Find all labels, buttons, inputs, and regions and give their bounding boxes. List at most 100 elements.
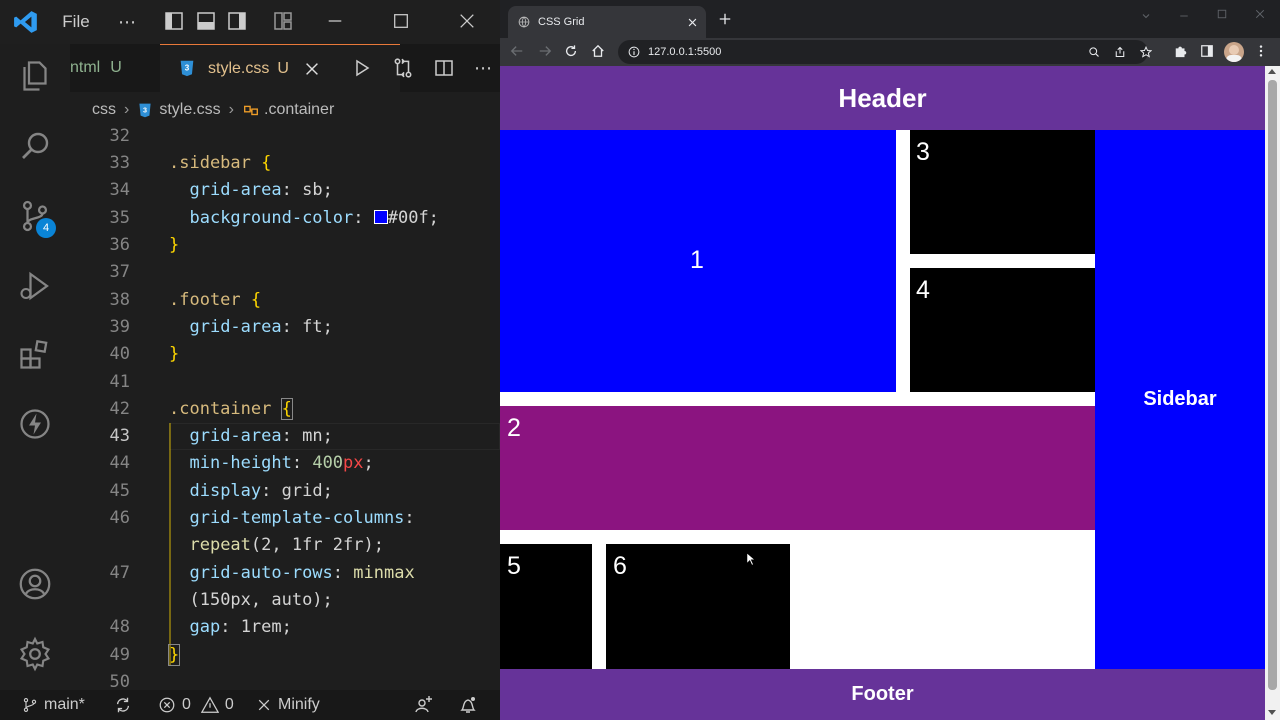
page-scrollbar[interactable]	[1265, 66, 1280, 720]
code-line: 49 }	[70, 642, 500, 669]
line-number: 46	[109, 508, 130, 528]
code-line: 47 grid-auto-rows: minmax	[70, 560, 500, 587]
title-bar: File ⋯	[0, 0, 500, 44]
git-branch-icon	[22, 697, 38, 713]
toggle-panel-icon[interactable]	[195, 10, 217, 32]
code-line: 37	[70, 259, 500, 286]
menu-file[interactable]: File	[56, 0, 96, 44]
toggle-secondary-sidebar-icon[interactable]	[226, 10, 248, 32]
code-value: (2, 1fr 2fr);	[250, 535, 384, 555]
minimize-icon[interactable]	[1178, 10, 1190, 22]
back-icon[interactable]	[510, 44, 524, 58]
code-selector: .sidebar	[169, 153, 251, 173]
tab-close-icon[interactable]	[303, 60, 321, 78]
lightning-icon[interactable]	[0, 396, 70, 452]
minimize-icon[interactable]	[320, 10, 350, 32]
code-line: 32	[70, 126, 500, 150]
globe-icon	[518, 16, 530, 28]
branch-status[interactable]: main*	[22, 690, 85, 720]
code-property: grid-template-columns	[189, 508, 405, 528]
feedback-icon[interactable]	[414, 690, 434, 720]
notifications-bell-icon[interactable]	[458, 690, 478, 720]
browser-menu-icon[interactable]	[1254, 44, 1268, 58]
browser-tab[interactable]: CSS Grid	[508, 6, 706, 38]
code-property: grid-auto-rows	[189, 563, 333, 583]
code-brace: {	[261, 153, 272, 173]
color-swatch-icon[interactable]	[373, 210, 388, 224]
more-menu-icon[interactable]: ⋯	[112, 0, 142, 44]
code-function: minmax	[353, 563, 415, 583]
tab-status: U	[277, 59, 289, 77]
code-selector: .footer	[169, 290, 241, 310]
grid-item-3	[910, 130, 1095, 254]
code-line: 44 min-height: 400px;	[70, 450, 500, 477]
grid-item-4	[910, 268, 1095, 392]
breadcrumb-file[interactable]: style.css	[159, 101, 220, 119]
scroll-down-icon[interactable]	[1268, 710, 1276, 715]
explorer-icon[interactable]	[0, 48, 70, 104]
extensions-icon[interactable]	[0, 326, 70, 382]
breadcrumb-symbol[interactable]: .container	[264, 101, 334, 119]
line-number: 41	[109, 372, 130, 392]
reload-icon[interactable]	[564, 44, 578, 58]
problems-status[interactable]: 0 0	[158, 690, 234, 720]
side-panel-icon[interactable]	[1200, 44, 1214, 58]
code-selector: .container	[169, 399, 272, 419]
code-line: 36 }	[70, 232, 500, 259]
maximize-icon[interactable]	[386, 10, 416, 32]
page-footer: Footer	[500, 669, 1265, 720]
profile-avatar[interactable]	[1224, 42, 1244, 62]
error-count: 0	[182, 696, 191, 713]
settings-gear-icon[interactable]	[0, 626, 70, 682]
compare-changes-icon[interactable]	[392, 57, 414, 79]
sync-icon[interactable]	[114, 690, 132, 720]
close-window-icon[interactable]	[452, 10, 482, 32]
code-brace: }	[169, 235, 180, 255]
code-line: 34 grid-area: sb;	[70, 177, 500, 204]
share-icon[interactable]	[1114, 46, 1126, 58]
forward-icon[interactable]	[538, 44, 552, 58]
code-editor[interactable]: 32 33 .sidebar { 34 grid-area: sb; 35 ba…	[70, 126, 500, 690]
tab-search-icon[interactable]	[1140, 10, 1152, 22]
run-debug-icon[interactable]	[0, 258, 70, 314]
code-line: 41	[70, 369, 500, 396]
source-control-badge: 4	[36, 218, 56, 238]
tab-status: U	[110, 59, 122, 76]
zoom-icon[interactable]	[1088, 46, 1100, 58]
new-tab-icon[interactable]	[718, 12, 732, 26]
minify-button[interactable]: Minify	[256, 690, 320, 720]
line-number: 42	[109, 399, 130, 419]
scroll-up-icon[interactable]	[1268, 69, 1276, 74]
bookmark-star-icon[interactable]	[1140, 46, 1152, 58]
branch-name: main*	[44, 696, 85, 713]
scroll-thumb[interactable]	[1268, 80, 1277, 690]
line-number: 48	[109, 617, 130, 637]
run-icon[interactable]	[352, 58, 372, 78]
line-number: 49	[109, 645, 130, 665]
maximize-icon[interactable]	[1216, 8, 1228, 20]
search-icon[interactable]	[0, 118, 70, 174]
source-control-icon[interactable]	[0, 188, 70, 244]
code-line: 42 .container {	[70, 396, 500, 423]
footer-label: Footer	[851, 683, 914, 705]
code-line: (150px, auto);	[70, 587, 500, 614]
extensions-puzzle-icon[interactable]	[1174, 44, 1188, 58]
tab-close-icon[interactable]	[687, 17, 698, 28]
tab-html-file[interactable]: ntml U	[70, 44, 160, 92]
account-icon[interactable]	[0, 556, 70, 612]
grid-item-1-label: 1	[690, 246, 704, 274]
code-brace: }	[167, 644, 181, 666]
split-editor-icon[interactable]	[434, 58, 454, 78]
site-info-icon[interactable]	[628, 46, 640, 58]
toggle-sidebar-icon[interactable]	[163, 10, 185, 32]
home-icon[interactable]	[591, 44, 605, 58]
close-window-icon[interactable]	[1254, 8, 1266, 20]
customize-layout-icon[interactable]	[272, 10, 294, 32]
breadcrumb-folder[interactable]: css	[92, 101, 116, 119]
code-function: repeat	[189, 535, 251, 555]
more-actions-icon[interactable]: ⋯	[474, 58, 492, 79]
browser-toolbar: 127.0.0.1:5500	[500, 38, 1280, 66]
address-bar[interactable]: 127.0.0.1:5500	[618, 40, 1152, 64]
close-icon	[256, 697, 272, 713]
grid-item-4-label: 4	[916, 276, 930, 304]
